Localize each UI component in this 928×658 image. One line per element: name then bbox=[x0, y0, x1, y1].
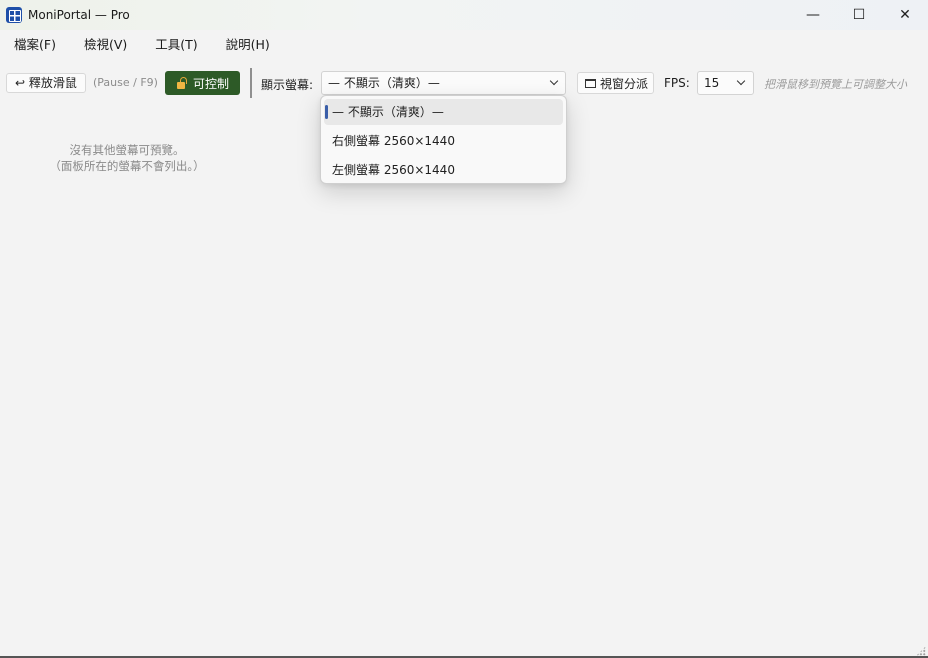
empty-message-line2: （面板所在的螢幕不會列出。） bbox=[49, 159, 205, 173]
menu-file[interactable]: 檔案(F) bbox=[0, 30, 70, 60]
window-controls: — ☐ ✕ bbox=[790, 0, 928, 30]
maximize-button[interactable]: ☐ bbox=[836, 0, 882, 30]
resize-hint: 把滑鼠移到預覽上可調整大小 bbox=[764, 78, 907, 91]
control-toggle-label: 可控制 bbox=[192, 76, 229, 91]
window-split-button[interactable]: 視窗分派 bbox=[577, 72, 654, 94]
display-screen-select[interactable]: — 不顯示（清爽）— bbox=[321, 71, 566, 95]
toolbar: ↩ 釋放滑鼠 (Pause / F9) 可控制 顯示螢幕: — 不顯示（清爽）—… bbox=[0, 68, 928, 98]
window-title: MoniPortal — Pro bbox=[28, 8, 130, 22]
control-toggle-button[interactable]: 可控制 bbox=[165, 71, 240, 95]
chevron-down-icon bbox=[549, 76, 559, 86]
dropdown-option-none[interactable]: — 不顯示（清爽）— bbox=[324, 99, 563, 125]
fps-value: 15 bbox=[704, 76, 720, 90]
hotkey-hint: (Pause / F9) bbox=[93, 76, 158, 89]
app-icon bbox=[6, 7, 22, 23]
dropdown-option-right-screen[interactable]: 右側螢幕 2560×1440 bbox=[324, 128, 563, 154]
display-screen-value: — 不顯示（清爽）— bbox=[328, 76, 440, 90]
chevron-down-icon bbox=[736, 76, 746, 86]
menu-help[interactable]: 說明(H) bbox=[212, 30, 284, 60]
close-button[interactable]: ✕ bbox=[882, 0, 928, 30]
menu-tools[interactable]: 工具(T) bbox=[141, 30, 211, 60]
dropdown-option-left-screen[interactable]: 左側螢幕 2560×1440 bbox=[324, 157, 563, 183]
window-icon bbox=[585, 78, 596, 88]
fps-label: FPS: bbox=[664, 76, 690, 90]
menu-bar: 檔案(F) 檢視(V) 工具(T) 說明(H) bbox=[0, 30, 928, 60]
release-mouse-button[interactable]: ↩ 釋放滑鼠 bbox=[6, 73, 86, 93]
display-screen-label: 顯示螢幕: bbox=[261, 78, 314, 92]
empty-message-line1: 沒有其他螢幕可預覽。 bbox=[69, 143, 185, 157]
empty-preview-message: 沒有其他螢幕可預覽。 （面板所在的螢幕不會列出。） bbox=[0, 142, 254, 174]
menu-view[interactable]: 檢視(V) bbox=[70, 30, 141, 60]
window-split-label: 視窗分派 bbox=[600, 76, 649, 91]
minimize-button[interactable]: — bbox=[790, 0, 836, 30]
display-screen-dropdown: — 不顯示（清爽）— 右側螢幕 2560×1440 左側螢幕 2560×1440 bbox=[320, 95, 567, 184]
toolbar-separator bbox=[250, 68, 252, 98]
fps-select[interactable]: 15 bbox=[697, 71, 754, 95]
resize-grip-icon[interactable] bbox=[916, 646, 926, 656]
title-bar: MoniPortal — Pro — ☐ ✕ bbox=[0, 0, 928, 30]
unlock-icon bbox=[176, 77, 188, 89]
